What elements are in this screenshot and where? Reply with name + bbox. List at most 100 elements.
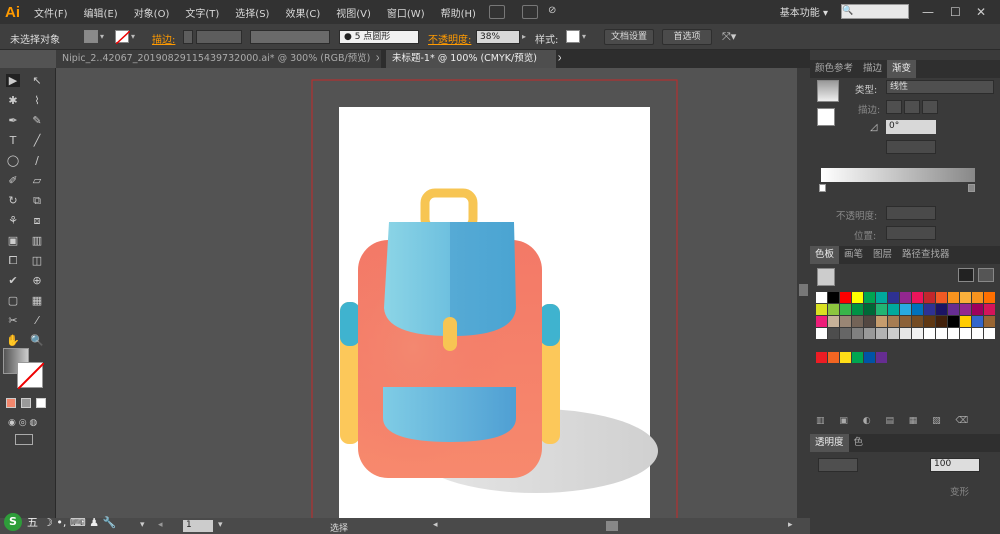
swatch[interactable] xyxy=(828,328,839,339)
swatch[interactable] xyxy=(924,316,935,327)
free-transform-tool-icon[interactable]: ⧈ xyxy=(30,214,44,227)
swatch[interactable] xyxy=(864,328,875,339)
tab-gradient[interactable]: 渐变 xyxy=(887,60,917,78)
pen-tool-icon[interactable]: ✒ xyxy=(6,114,20,127)
line-tool-icon[interactable]: ╱ xyxy=(30,134,44,147)
tab-untitled[interactable]: 未标题-1* @ 100% (CMYK/预览) xyxy=(386,50,556,68)
fill-swatch[interactable] xyxy=(84,30,98,43)
selection-tool-icon[interactable]: ▶ xyxy=(6,74,20,87)
gradient-stop-left[interactable] xyxy=(819,184,826,192)
artboard-dropdown-icon[interactable]: ▾ xyxy=(218,520,223,530)
swatch[interactable] xyxy=(828,304,839,315)
column-graph-tool-icon[interactable]: ▦ xyxy=(30,294,44,307)
vertical-scrollbar[interactable] xyxy=(797,68,810,518)
stroke-swatch[interactable] xyxy=(115,30,131,45)
swatch[interactable] xyxy=(828,292,839,303)
swatch[interactable] xyxy=(816,292,827,303)
gradient-preview[interactable] xyxy=(817,80,839,102)
swatch[interactable] xyxy=(984,328,995,339)
swatch[interactable] xyxy=(936,328,947,339)
draw-mode-icon[interactable]: ◉ ◎ ◍ xyxy=(8,418,38,428)
ime-icons[interactable]: ☽ •, ⌨ ♟ 🔧 xyxy=(43,516,116,529)
minimize-button[interactable]: — xyxy=(922,5,934,19)
blend-tool-icon[interactable]: ⊕ xyxy=(30,274,44,287)
swatch[interactable] xyxy=(936,304,947,315)
swatch[interactable] xyxy=(888,304,899,315)
swatch[interactable] xyxy=(888,292,899,303)
mesh-tool-icon[interactable]: ⧠ xyxy=(6,254,20,267)
tab-swatches[interactable]: 色板 xyxy=(810,246,840,264)
artboard-tool-icon[interactable]: ✂ xyxy=(6,314,20,327)
swatch[interactable] xyxy=(972,292,983,303)
swatch[interactable] xyxy=(948,328,959,339)
swatch[interactable] xyxy=(840,352,851,363)
lasso-tool-icon[interactable]: ⌇ xyxy=(30,94,44,107)
swatch-grid[interactable] xyxy=(816,292,995,339)
swatch[interactable] xyxy=(840,304,851,315)
document-setup-button[interactable]: 文档设置 xyxy=(604,29,654,45)
menu-edit[interactable]: 编辑(E) xyxy=(76,5,126,20)
swatch[interactable] xyxy=(912,304,923,315)
gradient-type-select[interactable]: 线性 xyxy=(886,80,994,94)
swatch[interactable] xyxy=(840,316,851,327)
menu-view[interactable]: 视图(V) xyxy=(328,5,379,20)
opacity-arrow-icon[interactable]: ▸ xyxy=(522,32,526,41)
eraser-tool-icon[interactable]: ▱ xyxy=(30,174,44,187)
direct-selection-tool-icon[interactable]: ↖ xyxy=(30,74,44,87)
swatch[interactable] xyxy=(852,352,863,363)
stroke-color-box[interactable] xyxy=(17,362,45,390)
swatch[interactable] xyxy=(912,292,923,303)
swatch[interactable] xyxy=(960,304,971,315)
swatch[interactable] xyxy=(936,316,947,327)
swatch[interactable] xyxy=(852,328,863,339)
swatch[interactable] xyxy=(816,328,827,339)
type-tool-icon[interactable]: T xyxy=(6,134,20,147)
menu-object[interactable]: 对象(O) xyxy=(126,5,178,20)
stop-location-input[interactable] xyxy=(886,226,936,240)
swatch[interactable] xyxy=(876,352,887,363)
swatch[interactable] xyxy=(864,292,875,303)
slice-tool-icon[interactable]: ⁄ xyxy=(30,314,44,327)
swatch[interactable] xyxy=(816,304,827,315)
swatch[interactable] xyxy=(912,316,923,327)
gradient-slider[interactable] xyxy=(821,168,975,182)
swatch[interactable] xyxy=(924,292,935,303)
pencil-tool-icon[interactable]: ✐ xyxy=(6,174,20,187)
swatch[interactable] xyxy=(840,328,851,339)
maximize-button[interactable]: ☐ xyxy=(950,5,961,19)
stroke-label[interactable]: 描边: xyxy=(152,31,175,46)
tab-pathfinder[interactable]: 路径查找器 xyxy=(897,246,955,264)
swatch[interactable] xyxy=(876,328,887,339)
stroke-gradient-3[interactable] xyxy=(922,100,938,114)
swatch[interactable] xyxy=(984,292,995,303)
swatch[interactable] xyxy=(948,316,959,327)
scale-tool-icon[interactable]: ⧉ xyxy=(30,194,44,207)
gradient-mode-icon[interactable] xyxy=(21,398,31,408)
perspective-grid-tool-icon[interactable]: ▥ xyxy=(30,234,44,247)
ime-logo-icon[interactable]: S xyxy=(4,513,22,531)
tab-transparency[interactable]: 透明度 xyxy=(810,434,849,452)
search-input[interactable]: 🔍 xyxy=(841,4,909,19)
transparency-opacity-input[interactable]: 100 xyxy=(930,458,980,472)
tab-color[interactable]: 色 xyxy=(849,434,869,452)
swatch[interactable] xyxy=(924,304,935,315)
preferences-button[interactable]: 首选项 xyxy=(662,29,712,45)
swatch[interactable] xyxy=(972,316,983,327)
swatch[interactable] xyxy=(900,328,911,339)
list-view-icon[interactable] xyxy=(958,268,974,282)
zoom-tool-icon[interactable]: 🔍 xyxy=(30,334,44,347)
menu-select[interactable]: 选择(S) xyxy=(227,5,277,20)
blend-mode-select[interactable] xyxy=(818,458,858,472)
swatch[interactable] xyxy=(816,316,827,327)
swatch[interactable] xyxy=(816,352,827,363)
stroke-gradient-1[interactable] xyxy=(886,100,902,114)
swatch[interactable] xyxy=(876,316,887,327)
swatch[interactable] xyxy=(852,304,863,315)
swatch[interactable] xyxy=(864,352,875,363)
stop-opacity-input[interactable] xyxy=(886,206,936,220)
fill-dropdown-icon[interactable]: ▾ xyxy=(100,32,104,41)
style-swatch[interactable] xyxy=(566,30,580,43)
ime-mode[interactable]: 五 xyxy=(27,514,38,530)
horizontal-scroll-thumb[interactable] xyxy=(606,521,618,531)
scroll-right-icon[interactable]: ▸ xyxy=(788,520,793,530)
